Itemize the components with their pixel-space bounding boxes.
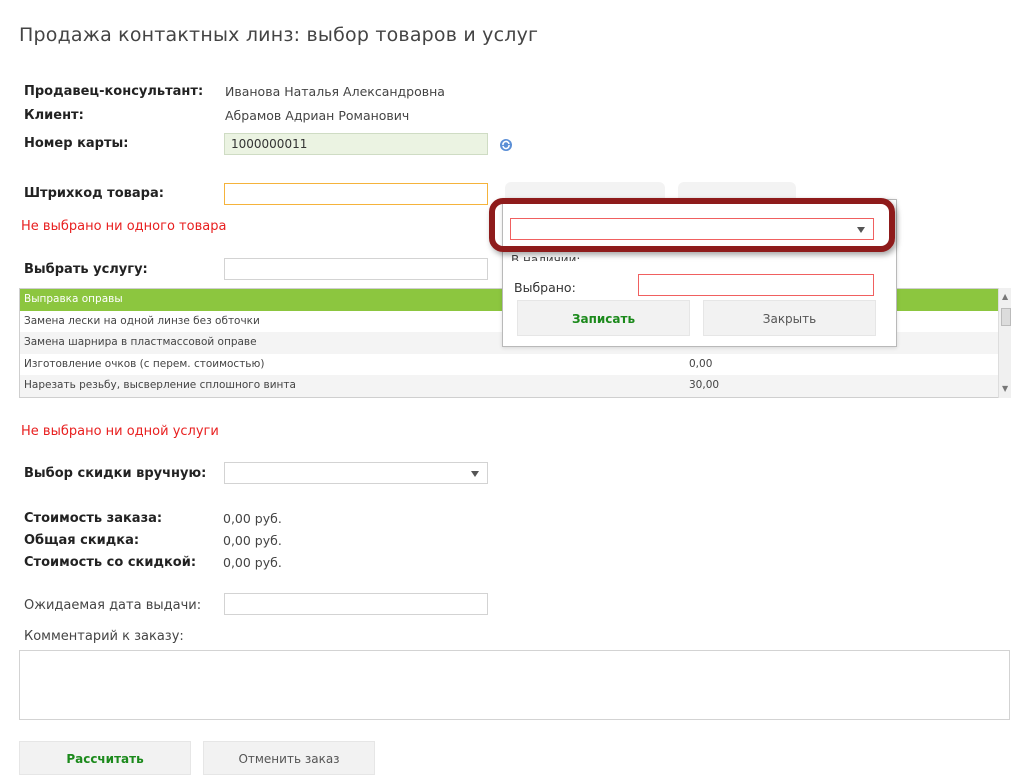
calculate-button[interactable]: Рассчитать [19,741,191,775]
expected-date-label: Ожидаемая дата выдачи: [24,598,202,613]
scroll-thumb[interactable] [1001,308,1011,326]
save-button[interactable]: Записать [517,300,690,336]
barcode-input[interactable] [224,183,488,205]
service-name: Выправка оправы [24,293,123,305]
cancel-order-button[interactable]: Отменить заказ [203,741,375,775]
table-row[interactable]: Изготовление очков (с перем. стоимостью)… [20,354,1001,376]
service-name: Замена лески на одной линзе без обточки [24,314,260,327]
discounted-cost-label: Стоимость со скидкой: [24,555,197,570]
no-services-error: Не выбрано ни одной услуги [21,424,219,439]
service-search-input[interactable] [224,258,488,280]
service-name: Нарезать резьбу, высверление сплошного в… [24,379,296,392]
selected-quantity-input[interactable] [638,274,874,296]
discount-select[interactable] [224,462,488,484]
client-label: Клиент: [24,108,84,123]
discount-label: Выбор скидки вручную: [24,466,207,481]
close-button[interactable]: Закрыть [703,300,876,336]
no-goods-error: Не выбрано ни одного товара [21,219,227,234]
page-title: Продажа контактных линз: выбор товаров и… [19,24,539,46]
chevron-down-icon [471,471,479,477]
table-row[interactable]: Нарезать резьбу, высверление сплошного в… [20,375,1001,397]
total-discount-label: Общая скидка: [24,533,140,548]
refresh-icon[interactable] [499,137,513,151]
seller-label: Продавец-консультант: [24,84,204,99]
expected-date-input[interactable] [224,593,488,615]
comment-label: Комментарий к заказу: [24,629,184,644]
card-label: Номер карты: [24,136,129,151]
services-scrollbar[interactable]: ▲ ▼ [998,288,1011,398]
scroll-up-icon[interactable]: ▲ [1002,292,1008,301]
service-name: Изготовление очков (с перем. стоимостью) [24,357,265,370]
card-number-field[interactable]: 1000000011 [224,133,488,155]
service-label: Выбрать услугу: [24,262,148,277]
scroll-down-icon[interactable]: ▼ [1002,384,1008,393]
order-cost-value: 0,00 руб. [223,511,282,526]
client-value: Абрамов Адриан Романович [225,108,410,123]
order-cost-label: Стоимость заказа: [24,511,163,526]
total-discount-value: 0,00 руб. [223,533,282,548]
service-price: 0,00 [689,357,713,370]
discounted-cost-value: 0,00 руб. [223,555,282,570]
barcode-label: Штрихкод товара: [24,186,164,201]
highlight-frame [489,198,895,252]
seller-value: Иванова Наталья Александровна [225,84,445,99]
service-name: Замена шарнира в пластмассовой оправе [24,336,257,349]
comment-textarea[interactable] [19,650,1010,720]
service-price: 30,00 [689,379,720,392]
selected-label: Выбрано: [514,280,576,295]
